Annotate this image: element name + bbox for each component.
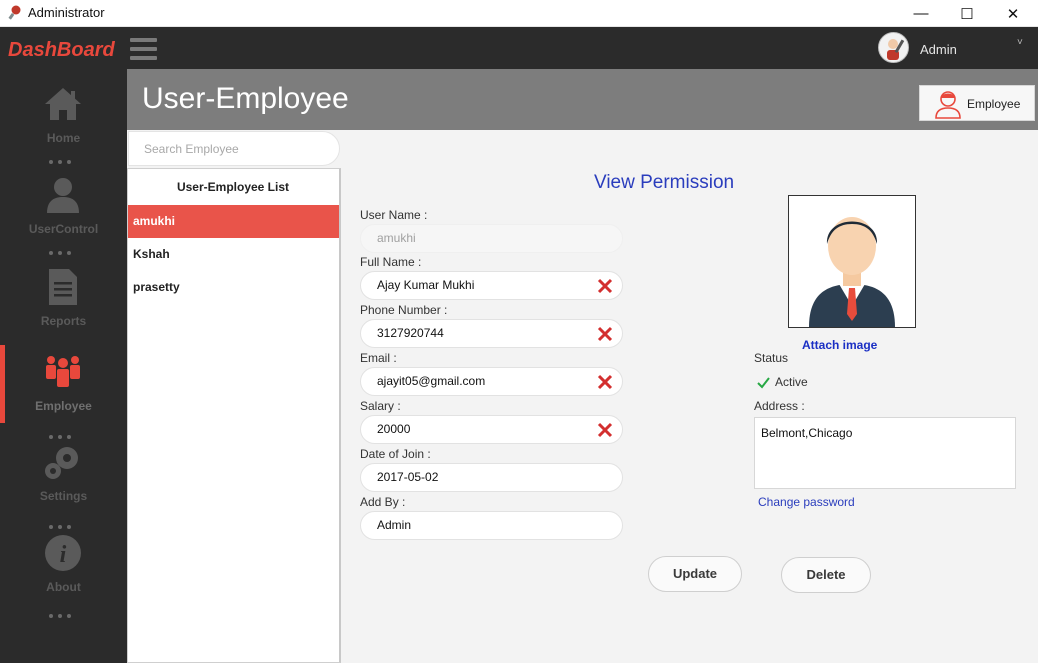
employee-button[interactable]: Employee xyxy=(919,85,1035,121)
address-label: Address : xyxy=(754,399,805,413)
separator-dots xyxy=(49,516,77,529)
info-icon: i xyxy=(45,535,81,571)
employee-icon xyxy=(935,91,961,119)
attach-image-link[interactable]: Attach image xyxy=(802,338,877,352)
user-name[interactable]: Admin xyxy=(920,42,957,57)
menu-toggle-button[interactable] xyxy=(130,38,157,60)
app-icon xyxy=(8,5,21,20)
sidebar-item-employee[interactable]: Employee xyxy=(0,345,127,425)
check-icon xyxy=(757,377,770,389)
list-item[interactable]: prasetty xyxy=(128,271,339,304)
phone-value: 3127920744 xyxy=(377,326,444,340)
full-name-value: Ajay Kumar Mukhi xyxy=(377,278,475,292)
user-icon xyxy=(47,178,79,213)
user-name-field: amukhi xyxy=(360,224,623,253)
list-item[interactable]: Kshah xyxy=(128,238,339,271)
email-label: Email : xyxy=(360,351,397,365)
add-by-field[interactable]: Admin xyxy=(360,511,623,540)
gear-icon xyxy=(45,447,78,479)
employee-button-label: Employee xyxy=(967,97,1021,111)
list-item[interactable]: amukhi xyxy=(128,205,339,238)
update-button[interactable]: Update xyxy=(648,556,742,592)
svg-text:i: i xyxy=(60,542,67,568)
clear-icon[interactable] xyxy=(597,326,613,342)
phone-label: Phone Number : xyxy=(360,303,448,317)
sidebar-item-label: Employee xyxy=(35,399,92,413)
brand-logo: DashBoard xyxy=(8,39,115,61)
email-value: ajayit05@gmail.com xyxy=(377,374,486,388)
sidebar-item-settings[interactable]: Settings xyxy=(0,435,127,515)
status-value: Active xyxy=(775,375,808,389)
sidebar-item-label: About xyxy=(46,580,81,594)
sidebar-item-label: Settings xyxy=(39,489,88,503)
separator-dots xyxy=(49,242,77,255)
address-field[interactable]: Belmont,Chicago xyxy=(754,417,1016,489)
salary-label: Salary : xyxy=(360,399,401,413)
close-button[interactable]: ✕ xyxy=(990,0,1036,27)
separator-dots xyxy=(49,426,77,439)
employee-list-title: User-Employee List xyxy=(176,180,290,194)
window-titlebar: Administrator — ☐ ✕ xyxy=(0,0,1038,27)
clear-icon[interactable] xyxy=(597,278,613,294)
sidebar-item-label: Reports xyxy=(40,314,87,328)
date-of-join-field[interactable]: 2017-05-02 xyxy=(360,463,623,492)
delete-button[interactable]: Delete xyxy=(781,557,871,593)
employees-icon xyxy=(46,356,80,387)
salary-field[interactable]: 20000 xyxy=(360,415,623,444)
admin-avatar-icon xyxy=(887,39,905,60)
email-field[interactable]: ajayit05@gmail.com xyxy=(360,367,623,396)
sidebar-item-usercontrol[interactable]: UserControl xyxy=(0,168,127,248)
employee-list-panel: User-Employee List amukhi Kshah prasetty xyxy=(127,168,341,663)
chevron-down-icon[interactable]: ˅ xyxy=(1017,37,1023,48)
separator-dots xyxy=(49,605,77,618)
home-icon xyxy=(45,88,81,120)
search-input[interactable]: Search Employee xyxy=(128,131,340,166)
phone-field[interactable]: 3127920744 xyxy=(360,319,623,348)
salary-value: 20000 xyxy=(377,422,411,436)
date-of-join-label: Date of Join : xyxy=(360,447,431,461)
status-label: Status xyxy=(754,351,789,365)
document-icon xyxy=(49,269,77,305)
hamburger-icon xyxy=(130,38,157,42)
full-name-label: Full Name : xyxy=(360,255,422,269)
businessman-avatar-icon xyxy=(809,217,895,327)
separator-dots xyxy=(49,151,77,164)
sidebar-item-home[interactable]: Home xyxy=(0,77,127,157)
change-password-link[interactable]: Change password xyxy=(758,495,855,509)
maximize-button[interactable]: ☐ xyxy=(944,0,990,27)
view-permission-link[interactable]: View Permission xyxy=(594,172,734,194)
clear-icon[interactable] xyxy=(597,374,613,390)
sidebar-item-about[interactable]: i About xyxy=(0,526,127,606)
minimize-button[interactable]: — xyxy=(898,0,944,27)
page-header: User-Employee Employee xyxy=(127,69,1038,130)
sidebar-item-label: UserControl xyxy=(28,222,99,236)
employee-photo xyxy=(788,195,916,328)
sidebar-item-label: Home xyxy=(46,131,81,145)
sidebar-item-reports[interactable]: Reports xyxy=(0,260,127,340)
add-by-label: Add By : xyxy=(360,495,406,509)
full-name-field[interactable]: Ajay Kumar Mukhi xyxy=(360,271,623,300)
avatar[interactable] xyxy=(878,32,909,63)
page-title: User-Employee xyxy=(142,82,349,115)
clear-icon[interactable] xyxy=(597,422,613,438)
user-name-label: User Name : xyxy=(360,208,428,222)
window-title: Administrator xyxy=(28,5,105,20)
top-bar: DashBoard Admin ˅ xyxy=(0,27,1038,69)
sidebar: Home UserControl Reports Employee Settin… xyxy=(0,69,127,663)
